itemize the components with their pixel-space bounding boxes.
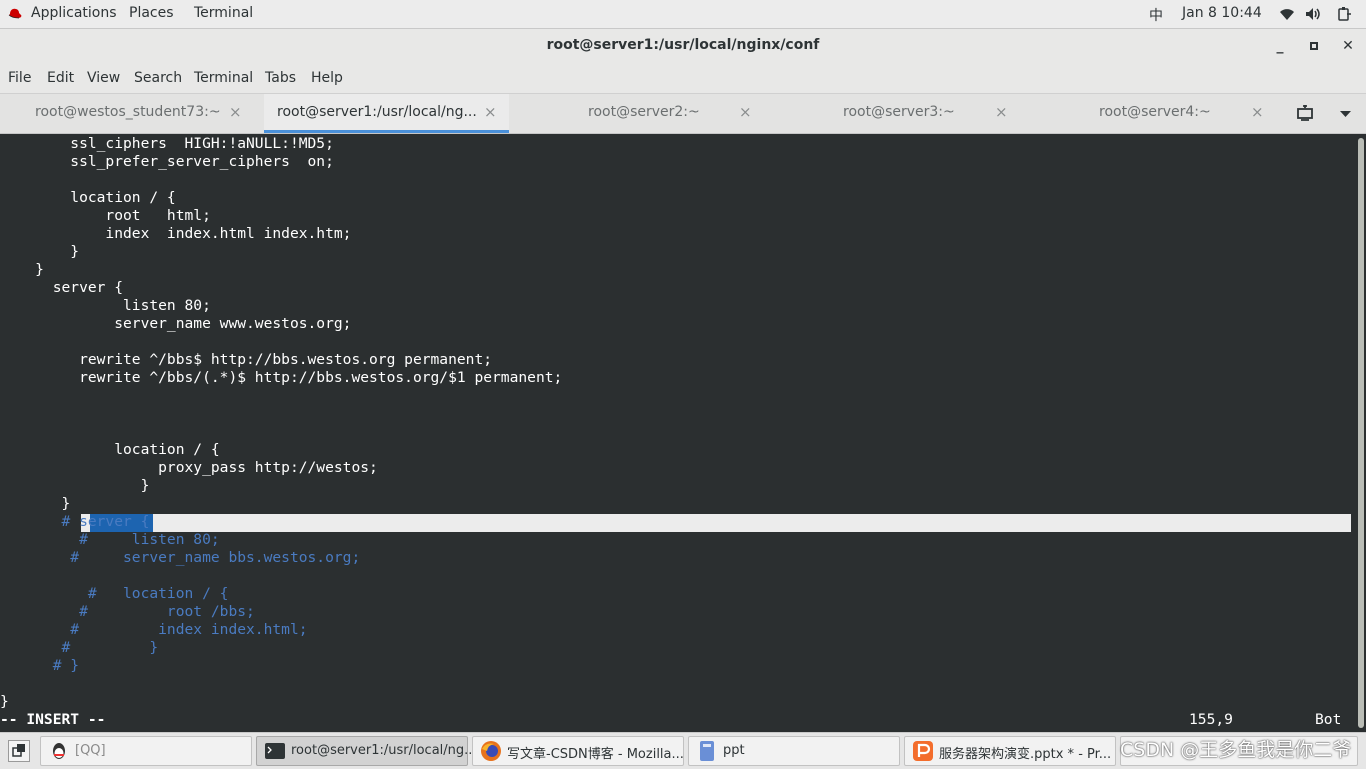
show-desktop-icon[interactable] — [8, 740, 30, 762]
close-window-button[interactable]: ✕ — [1339, 37, 1357, 55]
tab-label: root@westos_student73:~ — [35, 104, 221, 120]
maximize-button[interactable] — [1305, 37, 1323, 55]
tab-server3[interactable]: root@server3:~ × — [767, 94, 1022, 133]
terminal-icon — [265, 743, 285, 759]
terminal-line: ssl_prefer_server_ciphers on; — [0, 153, 334, 170]
terminal-comment-line: # root /bbs; — [0, 603, 255, 620]
menu-tabs[interactable]: Tabs — [265, 70, 296, 86]
terminal-line: } — [0, 495, 71, 512]
applications-menu[interactable]: Applications — [31, 5, 117, 21]
scrollbar-thumb[interactable] — [1358, 138, 1364, 728]
terminal-comment-line: # index index.html; — [0, 621, 308, 638]
terminal-line: location / { — [0, 441, 220, 458]
terminal-line: } — [0, 261, 44, 278]
terminal-line: root html; — [0, 207, 211, 224]
menubar: File Edit View Search Terminal Tabs Help — [0, 64, 1366, 94]
file-manager-icon — [700, 741, 714, 761]
places-menu[interactable]: Places — [129, 5, 174, 21]
new-tab-icon[interactable] — [1297, 105, 1315, 122]
taskbar-item-label: 写文章-CSDN博客 - Mozilla... — [507, 747, 684, 762]
taskbar-item-ppt-folder[interactable]: ppt — [688, 736, 900, 766]
terminal-line: } — [0, 243, 80, 260]
tab-close-icon[interactable]: × — [739, 103, 752, 121]
terminal-line: rewrite ^/bbs/(.*)$ http://bbs.westos.or… — [0, 369, 563, 386]
tab-westos-student73[interactable]: root@westos_student73:~ × — [0, 94, 262, 133]
tab-close-icon[interactable]: × — [484, 103, 497, 121]
tab-close-icon[interactable]: × — [229, 103, 242, 121]
taskbar-item-presentation[interactable]: 服务器架构演变.pptx * - Pr... — [904, 736, 1116, 766]
taskbar-item-terminal[interactable]: root@server1:/usr/local/ng... — [256, 736, 477, 766]
active-tab-indicator — [264, 130, 509, 133]
terminal-line: index index.html index.htm; — [0, 225, 352, 242]
tab-close-icon[interactable]: × — [1251, 103, 1264, 121]
terminal-scrollbar[interactable] — [1356, 134, 1366, 732]
scroll-position: Bot — [1315, 711, 1342, 728]
window-title: root@server1:/usr/local/nginx/conf — [546, 37, 820, 53]
menu-file[interactable]: File — [8, 70, 31, 86]
terminal-comment-line: # } — [0, 639, 159, 656]
menu-edit[interactable]: Edit — [47, 70, 74, 86]
tab-server4[interactable]: root@server4:~ × — [1023, 94, 1278, 133]
terminal-line: } — [0, 477, 150, 494]
taskbar-item-label: ppt — [723, 743, 745, 758]
cursor-line-highlight — [81, 514, 1351, 532]
taskbar-item-label: 服务器架构演变.pptx * - Pr... — [939, 747, 1112, 762]
tab-label: root@server1:/usr/local/ng... — [277, 104, 477, 120]
volume-icon[interactable] — [1305, 7, 1323, 21]
terminal-line: location / { — [0, 189, 176, 206]
terminal-comment-line: # } — [0, 657, 80, 674]
terminal-app-menu[interactable]: Terminal — [194, 5, 253, 21]
taskbar-item-qq[interactable]: [QQ] — [40, 736, 252, 766]
maximize-icon — [1310, 42, 1318, 50]
power-icon[interactable] — [1336, 6, 1352, 22]
tabs-dropdown-chevron-down-icon[interactable] — [1340, 111, 1351, 117]
taskbar-item-label: root@server1:/usr/local/ng... — [291, 743, 477, 758]
tab-close-icon[interactable]: × — [995, 103, 1008, 121]
wifi-icon[interactable] — [1279, 7, 1295, 21]
tab-label: root@server4:~ — [1099, 104, 1211, 120]
qq-icon — [53, 743, 65, 759]
terminal-comment-line: # server_name bbs.westos.org; — [0, 549, 361, 566]
taskbar-item-label: [QQ] — [75, 743, 106, 758]
tab-label: root@server2:~ — [588, 104, 700, 120]
terminal-comment-line: # server { — [0, 513, 150, 530]
terminal-line: proxy_pass http://westos; — [0, 459, 378, 476]
menu-help[interactable]: Help — [311, 70, 343, 86]
tab-bar: root@westos_student73:~ × root@server1:/… — [0, 94, 1366, 134]
terminal-line: ssl_ciphers HIGH:!aNULL:!MD5; — [0, 135, 334, 152]
clock[interactable]: Jan 8 10:44 — [1182, 5, 1262, 21]
terminal-comment-line: # location / { — [0, 585, 229, 602]
firefox-icon — [481, 741, 501, 761]
redhat-logo-icon[interactable] — [7, 7, 23, 21]
cursor-position: 155,9 — [1189, 711, 1233, 728]
tab-label: root@server3:~ — [843, 104, 955, 120]
menu-view[interactable]: View — [87, 70, 120, 86]
vim-mode-indicator: -- INSERT -- — [0, 711, 106, 728]
terminal-line: server { — [0, 279, 124, 296]
terminal-line: } — [0, 693, 9, 710]
terminal-line: listen 80; — [0, 297, 211, 314]
tab-server1[interactable]: root@server1:/usr/local/ng... × — [264, 94, 509, 133]
input-method-indicator[interactable]: 中 — [1149, 5, 1163, 25]
minimize-button[interactable]: _ — [1271, 37, 1289, 55]
menu-search[interactable]: Search — [134, 70, 182, 86]
menu-terminal[interactable]: Terminal — [194, 70, 253, 86]
tab-server2[interactable]: root@server2:~ × — [511, 94, 766, 133]
presentation-icon — [913, 741, 933, 761]
terminal-comment-line: # listen 80; — [0, 531, 220, 548]
terminal-line: rewrite ^/bbs$ http://bbs.westos.org per… — [0, 351, 493, 368]
taskbar-item-firefox[interactable]: 写文章-CSDN博客 - Mozilla... — [472, 736, 684, 766]
watermark-text: CSDN @王多鱼我是你二爷 — [1120, 739, 1352, 761]
window-titlebar[interactable]: root@server1:/usr/local/nginx/conf _ ✕ — [0, 29, 1366, 64]
terminal-line: server_name www.westos.org; — [0, 315, 352, 332]
top-panel: Applications Places Terminal 中 Jan 8 10:… — [0, 0, 1366, 29]
